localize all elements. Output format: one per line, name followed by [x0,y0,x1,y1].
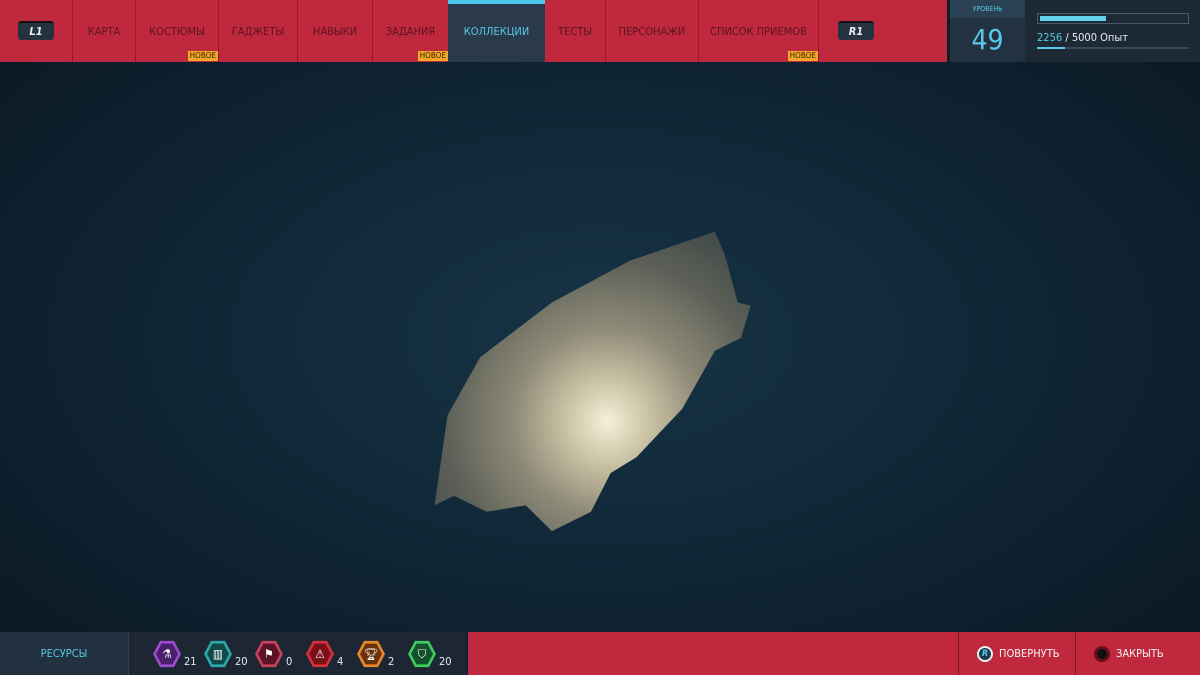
r1-button[interactable]: R1 [838,21,874,40]
science-icon: ⚗ [156,643,178,665]
xp-underline [1037,47,1189,49]
backpack-icon: ⛉ [411,643,433,665]
tab-collections[interactable]: КОЛЛЕКЦИИ [448,0,545,62]
top-nav-bar: L1 КАРТА КОСТЮМЫ НОВОЕ ГАДЖЕТЫ НАВЫКИ ЗАД… [0,0,947,62]
tab-characters[interactable]: ПЕРСОНАЖИ [605,0,698,62]
city-icon: ▥ [207,643,229,665]
trophy-icon: 🏆︎ [360,643,382,665]
resources-panel: ⚗ 21 ▥ 20 ⚑ 0 ⚠ 4 🏆︎ 2 ⛉ 20 [128,632,466,675]
resource-trophy: 🏆︎ 2 [357,640,394,668]
resource-science: ⚗ 21 [153,640,197,668]
tab-missions[interactable]: ЗАДАНИЯ НОВОЕ [372,0,448,62]
xp-text: 2256 / 5000 Опыт [1037,31,1128,44]
bottom-bar: РЕСУРСЫ ⚗ 21 ▥ 20 ⚑ 0 ⚠ 4 🏆︎ 2 ⛉ 20 R ПОВЕРНУТ… [0,632,1200,675]
resource-city: ▥ 20 [204,640,248,668]
action-bar [468,632,1200,675]
xp-panel: 2256 / 5000 Опыт [1025,0,1200,62]
flag-icon: ⚑ [258,643,280,665]
xp-progress-bar [1037,13,1189,24]
new-badge: НОВОЕ [187,51,218,61]
resource-backpack: ⛉ 20 [408,640,452,668]
resource-warning: ⚠ 4 [306,640,343,668]
resources-label: РЕСУРСЫ [0,632,128,675]
warning-icon: ⚠ [309,643,331,665]
level-label: УРОВЕНЬ [950,0,1025,18]
new-badge: НОВОЕ [787,51,818,61]
rotate-button[interactable]: R ПОВЕРНУТЬ [977,632,1060,675]
l1-button[interactable]: L1 [18,21,54,40]
close-button[interactable]: ЗАКРЫТЬ [1094,632,1164,675]
circle-button-icon [1094,645,1110,662]
tab-challenges[interactable]: ТЕСТЫ [545,0,605,62]
resource-flag: ⚑ 0 [255,640,292,668]
collectible-object-3d[interactable] [434,231,751,532]
tab-moves-list[interactable]: СПИСОК ПРИЕМОВ НОВОЕ [698,0,818,62]
r-stick-icon: R [977,645,993,662]
new-badge: НОВОЕ [417,51,448,61]
tab-map[interactable]: КАРТА [72,0,135,62]
level-panel: УРОВЕНЬ 49 [950,0,1025,62]
tab-suits[interactable]: КОСТЮМЫ НОВОЕ [135,0,218,62]
level-value: 49 [971,23,1004,56]
tab-gadgets[interactable]: ГАДЖЕТЫ [218,0,297,62]
tab-skills[interactable]: НАВЫКИ [297,0,372,62]
